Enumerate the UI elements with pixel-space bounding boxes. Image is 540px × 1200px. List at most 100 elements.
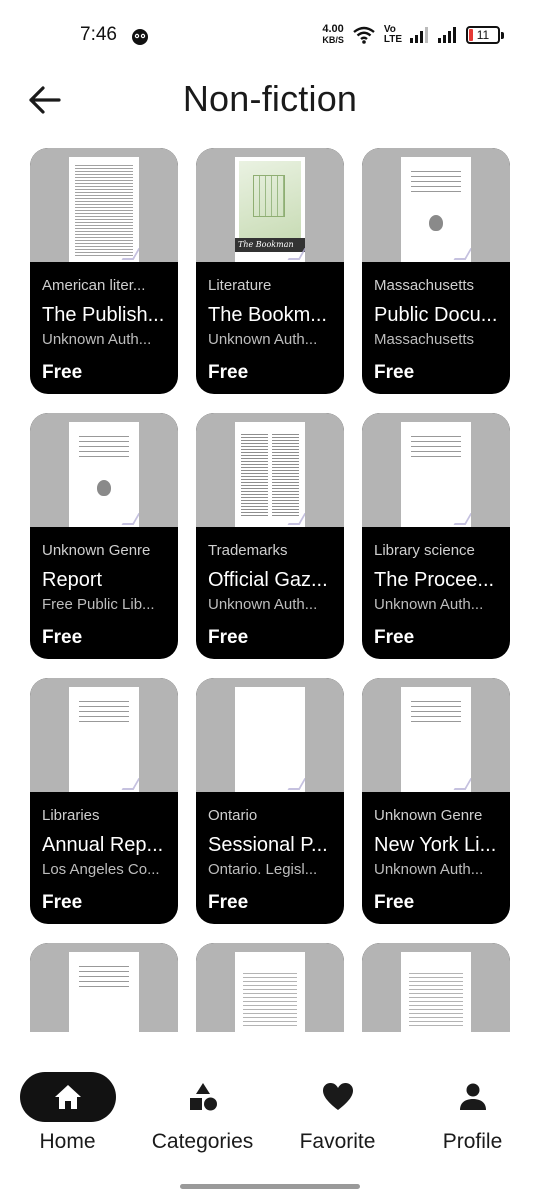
book-cover-area [196, 678, 344, 792]
book-cover-area: The Bookman [196, 148, 344, 262]
nav-favorite-indicator [290, 1072, 386, 1122]
volte-indicator: Vo LTE [384, 25, 402, 45]
book-card[interactable]: Ontario Sessional P... Ontario. Legisl... F… [196, 678, 344, 924]
book-info: Libraries Annual Rep... Los Angeles Co... F… [30, 792, 178, 924]
book-cover-area [362, 148, 510, 262]
cover-title-lines [79, 432, 129, 458]
book-cover-image [69, 422, 139, 527]
battery-icon: 11 [466, 26, 504, 44]
nav-categories-label: Categories [151, 1130, 254, 1153]
heart-icon [322, 1083, 353, 1110]
person-icon [459, 1083, 486, 1110]
book-price: Free [42, 892, 83, 913]
cover-text-columns [241, 432, 299, 517]
book-card[interactable]: The Bookman Literature The Bookm... Unknown… [196, 148, 344, 394]
book-genre: Unknown Genre [374, 807, 483, 824]
book-grid-scroll[interactable]: American liter... The Publish... Unknown A… [0, 148, 540, 1032]
cover-contents-lines [409, 970, 463, 1027]
battery-level: 11 [476, 28, 490, 42]
volte-bottom: LTE [383, 34, 402, 45]
book-author: Unknown Auth... [208, 331, 318, 348]
book-cover-image [235, 687, 305, 792]
book-title: Annual Rep... [42, 834, 164, 856]
book-genre: Massachusetts [374, 277, 475, 294]
book-card[interactable]: Unknown Genre New York Li... Unknown Auth.… [362, 678, 510, 924]
nav-home[interactable]: Home [0, 1072, 135, 1154]
book-cover-area [196, 943, 344, 1032]
page-title: Non-fiction [182, 78, 358, 119]
book-card[interactable]: Libraries Annual Rep... Los Angeles Co... F… [30, 678, 178, 924]
book-genre: Ontario [208, 807, 258, 824]
book-price: Free [208, 362, 249, 383]
book-grid: American liter... The Publish... Unknown A… [30, 148, 510, 1032]
book-card[interactable]: Unknown Genre Report Free Public Lib... Fre… [30, 413, 178, 659]
book-cover-image [401, 422, 471, 527]
book-price: Free [374, 627, 415, 648]
nav-categories[interactable]: Categories [135, 1072, 270, 1154]
book-genre: Libraries [42, 807, 100, 824]
nav-profile[interactable]: Profile [405, 1072, 540, 1154]
book-card[interactable]: Massachusetts Public Docu... Massachusetts… [362, 148, 510, 394]
book-cover-image [401, 687, 471, 792]
book-author: Los Angeles Co... [42, 861, 160, 878]
book-cover-area [362, 678, 510, 792]
book-author: Unknown Auth... [374, 861, 484, 878]
book-title: Sessional P... [208, 834, 328, 856]
nav-profile-indicator [425, 1072, 521, 1122]
book-cover-area [30, 943, 178, 1032]
book-title: The Publish... [42, 304, 165, 326]
network-speed-value: 4.00 [322, 23, 344, 35]
cover-title-lines [79, 962, 129, 988]
nav-profile-label: Profile [442, 1130, 503, 1153]
book-info: Ontario Sessional P... Ontario. Legisl... F… [196, 792, 344, 924]
book-info: Literature The Bookm... Unknown Auth... Fre… [196, 262, 344, 394]
nav-categories-indicator [155, 1072, 251, 1122]
book-price: Free [374, 362, 415, 383]
book-author: Unknown Auth... [374, 596, 484, 613]
book-card[interactable] [196, 943, 344, 1032]
book-cover-area [362, 943, 510, 1032]
cover-title-lines [411, 167, 461, 193]
book-author: Free Public Lib... [42, 596, 155, 613]
book-title: The Procee... [374, 569, 495, 591]
book-info: Unknown Genre New York Li... Unknown Auth.… [362, 792, 510, 924]
book-cover-image [401, 952, 471, 1032]
book-title: New York Li... [374, 834, 497, 856]
book-title: Official Gaz... [208, 569, 328, 591]
book-cover-image [69, 157, 139, 262]
book-title: Public Docu... [374, 304, 498, 326]
book-author: Unknown Auth... [208, 596, 318, 613]
book-genre: Library science [374, 542, 475, 559]
book-price: Free [208, 627, 249, 648]
book-cover-image [235, 952, 305, 1032]
book-cover-area [30, 148, 178, 262]
network-speed: 4.00 KB/S [322, 24, 344, 46]
book-cover-image [69, 687, 139, 792]
book-card[interactable]: Trademarks Official Gaz... Unknown Auth...… [196, 413, 344, 659]
book-genre: Literature [208, 277, 272, 294]
book-card[interactable] [362, 943, 510, 1032]
book-cover-area [30, 413, 178, 527]
book-card[interactable]: American liter... The Publish... Unknown A… [30, 148, 178, 394]
cover-band-text: The Bookman [235, 238, 305, 252]
book-author: Unknown Auth... [42, 331, 152, 348]
book-title: Report [42, 569, 103, 591]
bottom-navigation: Home Categories Favorite Profile [0, 1050, 540, 1170]
nav-favorite-label: Favorite [299, 1130, 376, 1153]
nav-favorite[interactable]: Favorite [270, 1072, 405, 1154]
book-price: Free [42, 362, 83, 383]
nav-home-indicator [19, 1072, 116, 1122]
signal-icon-2 [438, 27, 456, 43]
book-cover-area [196, 413, 344, 527]
book-cover-area [30, 678, 178, 792]
book-author: Ontario. Legisl... [208, 861, 318, 878]
book-card[interactable] [30, 943, 178, 1032]
book-info: Massachusetts Public Docu... Massachusetts… [362, 262, 510, 394]
book-card[interactable]: Library science The Procee... Unknown Auth… [362, 413, 510, 659]
book-info: Unknown Genre Report Free Public Lib... Fre… [30, 527, 178, 659]
book-price: Free [208, 892, 249, 913]
status-indicators: 4.00 KB/S Vo LTE 11 [322, 24, 504, 46]
book-cover-image: The Bookman [235, 157, 305, 262]
book-cover-image [401, 157, 471, 262]
book-cover-image [69, 952, 139, 1032]
